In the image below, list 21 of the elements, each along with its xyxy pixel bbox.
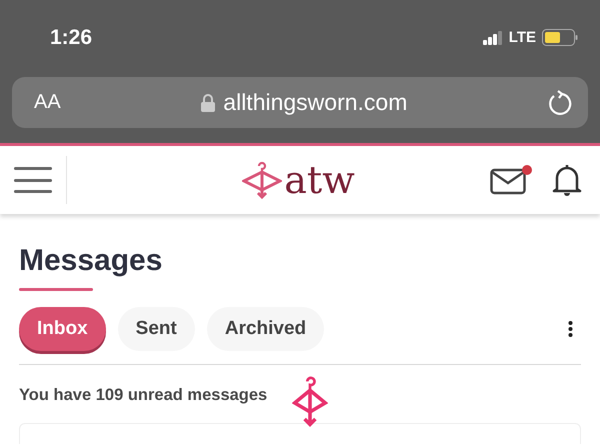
text-size-button[interactable]: AA [34, 91, 61, 114]
site-logo[interactable]: atw [107, 158, 490, 202]
logo-text: atw [284, 158, 355, 202]
messages-button[interactable] [490, 165, 532, 195]
page-title: Messages [19, 244, 164, 278]
network-label: LTE [508, 29, 536, 46]
notifications-button[interactable] [552, 163, 582, 197]
url-text: allthingsworn.com [223, 89, 408, 116]
message-tab[interactable]: Sent [118, 307, 195, 351]
signal-icon [482, 30, 503, 44]
lock-icon [201, 94, 216, 112]
message-tab[interactable]: Archived [206, 307, 324, 351]
message-tab[interactable]: Inbox [19, 307, 106, 351]
more-icon [568, 321, 573, 337]
reload-button[interactable] [548, 90, 572, 116]
address-bar[interactable]: AA allthingsworn.com [12, 77, 588, 128]
menu-button[interactable] [14, 164, 52, 196]
status-time: 1:26 [50, 26, 92, 50]
hanger-icon [242, 160, 282, 200]
battery-icon [542, 29, 578, 46]
unread-count-text: You have 109 unread messages [19, 386, 268, 405]
